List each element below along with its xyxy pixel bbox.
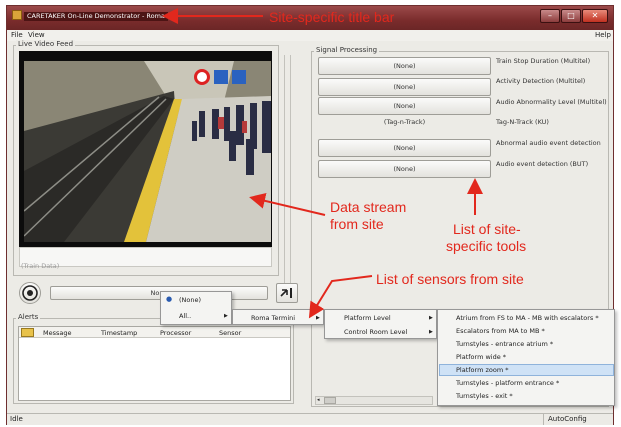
annotation-tools-2: specific tools bbox=[446, 238, 527, 254]
annotation-sensors: List of sensors from site bbox=[376, 271, 524, 287]
arrow-data-stream bbox=[249, 192, 326, 216]
annotation-data-stream-2: from site bbox=[330, 216, 384, 232]
annotation-data-stream-1: Data stream bbox=[330, 199, 407, 215]
annotation-title-bar: Site-specific title bar bbox=[269, 9, 395, 25]
arrow-sensors bbox=[308, 275, 373, 319]
annotation-tools-1: List of site- bbox=[453, 221, 521, 237]
annotation-arrows bbox=[162, 8, 483, 319]
